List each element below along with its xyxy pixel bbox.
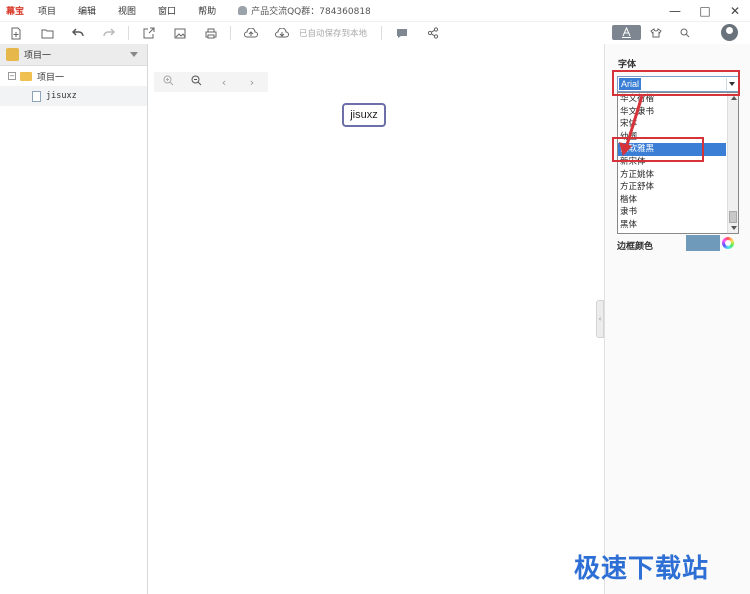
watermark: 极速下载站 xyxy=(574,554,710,584)
annotation-arrow xyxy=(619,95,644,156)
